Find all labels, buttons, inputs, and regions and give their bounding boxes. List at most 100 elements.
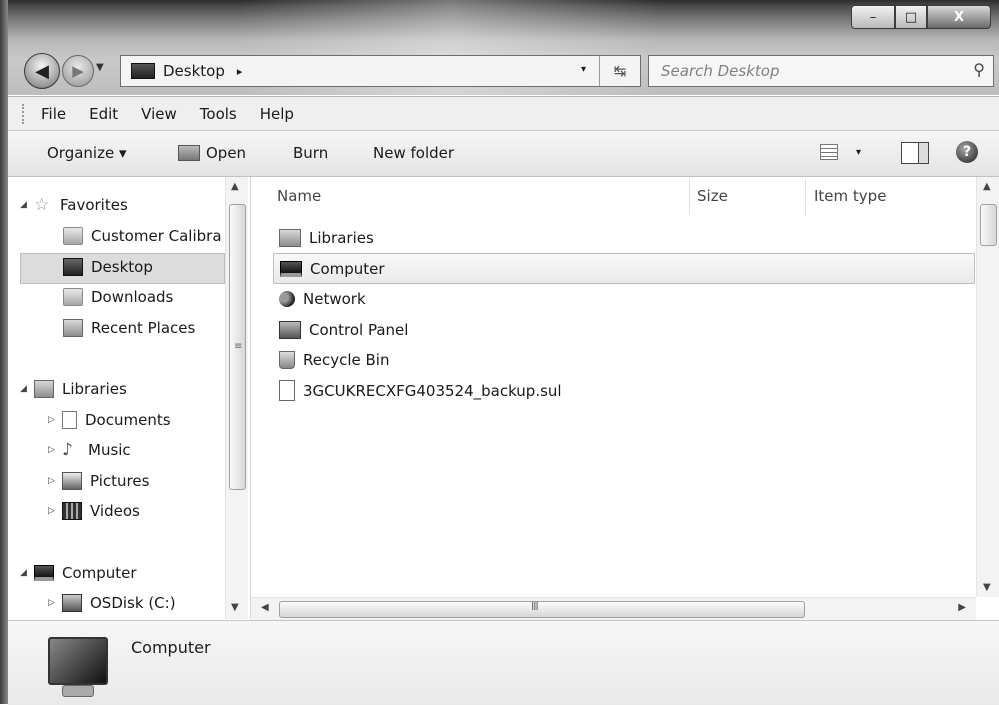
- breadcrumb-arrow-icon[interactable]: ▸: [237, 65, 243, 78]
- control-panel-icon: [279, 320, 301, 339]
- scroll-thumb[interactable]: [980, 204, 997, 246]
- column-header-size[interactable]: Size: [697, 187, 728, 205]
- list-item-libraries[interactable]: Libraries: [273, 223, 973, 252]
- preview-pane-button[interactable]: [901, 142, 929, 164]
- scroll-left-arrow-icon[interactable]: ◀: [261, 602, 269, 613]
- minimize-button[interactable]: –: [851, 5, 895, 29]
- collapse-arrow-icon[interactable]: ◢: [20, 568, 30, 578]
- nav-label: Computer: [62, 564, 137, 582]
- library-icon: [279, 228, 301, 247]
- nav-label: Desktop: [91, 258, 153, 276]
- nav-computer[interactable]: ◢ Computer: [20, 564, 137, 582]
- caption-buttons: – □ X: [851, 5, 991, 29]
- forward-button[interactable]: ▶: [62, 55, 94, 87]
- recycle-bin-icon: [279, 350, 295, 369]
- expand-arrow-icon[interactable]: ▷: [48, 445, 58, 455]
- organize-button[interactable]: Organize ▾: [47, 144, 127, 162]
- column-header-item-type[interactable]: Item type: [814, 187, 886, 205]
- back-button[interactable]: ◀: [24, 53, 60, 89]
- nav-item-documents[interactable]: ▷ Documents: [48, 411, 171, 429]
- search-box[interactable]: ⚲: [648, 55, 994, 87]
- nav-item-pictures[interactable]: ▷ Pictures: [48, 472, 149, 490]
- computer-large-icon: [48, 637, 108, 697]
- list-item-network[interactable]: Network: [273, 284, 973, 313]
- item-name: Libraries: [309, 228, 374, 247]
- command-bar: Organize ▾ Open Burn New folder ▾ ?: [8, 131, 999, 177]
- refresh-icon: ↹: [613, 62, 627, 80]
- maximize-button[interactable]: □: [895, 5, 927, 29]
- item-name: 3GCUKRECXFG403524_backup.sul: [303, 381, 562, 400]
- address-bar[interactable]: Desktop ▸ ▾ ↹: [120, 55, 641, 87]
- scroll-up-arrow-icon[interactable]: ▲: [231, 181, 239, 192]
- nav-libraries[interactable]: ◢ Libraries: [20, 380, 127, 398]
- music-icon: ♪: [62, 440, 73, 460]
- nav-item-osdisk[interactable]: ▷ OSDisk (C:): [48, 594, 176, 612]
- nav-label: Libraries: [62, 380, 127, 398]
- nav-label: Customer Calibra: [91, 227, 222, 245]
- documents-icon: [62, 411, 77, 429]
- expand-arrow-icon[interactable]: ▷: [48, 506, 58, 516]
- menu-tools[interactable]: Tools: [200, 105, 237, 123]
- search-input[interactable]: [659, 61, 943, 81]
- menu-view[interactable]: View: [141, 105, 177, 123]
- address-dropdown-icon[interactable]: ▾: [581, 64, 586, 75]
- scroll-grip-icon: III: [531, 600, 539, 613]
- open-button[interactable]: Open: [178, 144, 246, 162]
- list-item-control-panel[interactable]: Control Panel: [273, 315, 973, 344]
- disk-drive-icon: [62, 594, 82, 612]
- expand-arrow-icon[interactable]: ▷: [48, 598, 58, 608]
- downloads-icon: [63, 288, 83, 306]
- folder-icon: [63, 227, 83, 245]
- column-divider[interactable]: [689, 179, 690, 215]
- nav-favorites[interactable]: ◢ ☆ Favorites: [20, 196, 128, 214]
- nav-item-desktop[interactable]: Desktop: [63, 258, 153, 276]
- item-name: Computer: [310, 259, 385, 278]
- menu-help[interactable]: Help: [260, 105, 294, 123]
- back-arrow-icon: ◀: [35, 60, 49, 82]
- view-dropdown-icon[interactable]: ▾: [856, 147, 861, 158]
- list-item-recycle-bin[interactable]: Recycle Bin: [273, 345, 973, 374]
- magnifier-icon[interactable]: ⚲: [973, 60, 985, 79]
- change-view-button[interactable]: ▾: [820, 144, 861, 160]
- nav-item-music[interactable]: ▷ ♪ Music: [48, 441, 131, 459]
- burn-button[interactable]: Burn: [293, 144, 328, 162]
- view-details-icon: [820, 144, 838, 160]
- scroll-right-arrow-icon[interactable]: ▶: [958, 602, 966, 613]
- file-list-vertical-scrollbar[interactable]: ▲ ▼: [976, 177, 999, 597]
- menu-edit[interactable]: Edit: [89, 105, 118, 123]
- desktop-icon: [131, 63, 155, 79]
- nav-item-recent-places[interactable]: Recent Places: [63, 319, 195, 337]
- star-icon: ☆: [34, 195, 50, 215]
- window-border: [0, 0, 8, 704]
- column-header-name[interactable]: Name: [277, 187, 321, 205]
- expand-arrow-icon[interactable]: ▷: [48, 415, 58, 425]
- list-item-backup-file[interactable]: 3GCUKRECXFG403524_backup.sul: [273, 376, 973, 405]
- nav-label: Videos: [90, 502, 140, 520]
- scroll-down-arrow-icon[interactable]: ▼: [231, 602, 239, 613]
- nav-item-videos[interactable]: ▷ Videos: [48, 502, 140, 520]
- nav-item-customer-calibra[interactable]: Customer Calibra: [63, 227, 223, 245]
- explorer-window: – □ X ◀ ▶ ▼ Desktop ▸ ▾ ↹ ⚲ File Edit Vi…: [0, 0, 999, 705]
- menu-file[interactable]: File: [41, 105, 66, 123]
- desktop-icon: [63, 258, 83, 276]
- nav-item-downloads[interactable]: Downloads: [63, 288, 173, 306]
- collapse-arrow-icon[interactable]: ◢: [20, 200, 30, 210]
- menu-bar: File Edit View Tools Help: [8, 96, 999, 131]
- file-list-horizontal-scrollbar[interactable]: ◀ III ▶: [251, 597, 976, 620]
- new-folder-button[interactable]: New folder: [373, 144, 454, 162]
- address-location[interactable]: Desktop: [163, 62, 225, 80]
- nav-label: Pictures: [90, 472, 150, 490]
- expand-arrow-icon[interactable]: ▷: [48, 476, 58, 486]
- column-divider[interactable]: [805, 179, 806, 215]
- details-item-name: Computer: [131, 638, 211, 657]
- close-button[interactable]: X: [927, 5, 991, 29]
- scroll-thumb[interactable]: [279, 601, 805, 618]
- help-button[interactable]: ?: [956, 141, 978, 163]
- scroll-down-arrow-icon[interactable]: ▼: [983, 582, 991, 593]
- scroll-up-arrow-icon[interactable]: ▲: [983, 181, 991, 192]
- collapse-arrow-icon[interactable]: ◢: [20, 384, 30, 394]
- refresh-button[interactable]: ↹: [599, 56, 640, 86]
- recent-pages-dropdown[interactable]: ▼: [96, 62, 104, 73]
- nav-pane-scrollbar[interactable]: ▲ ≡ ▼: [225, 177, 248, 619]
- list-item-computer[interactable]: Computer: [273, 253, 975, 284]
